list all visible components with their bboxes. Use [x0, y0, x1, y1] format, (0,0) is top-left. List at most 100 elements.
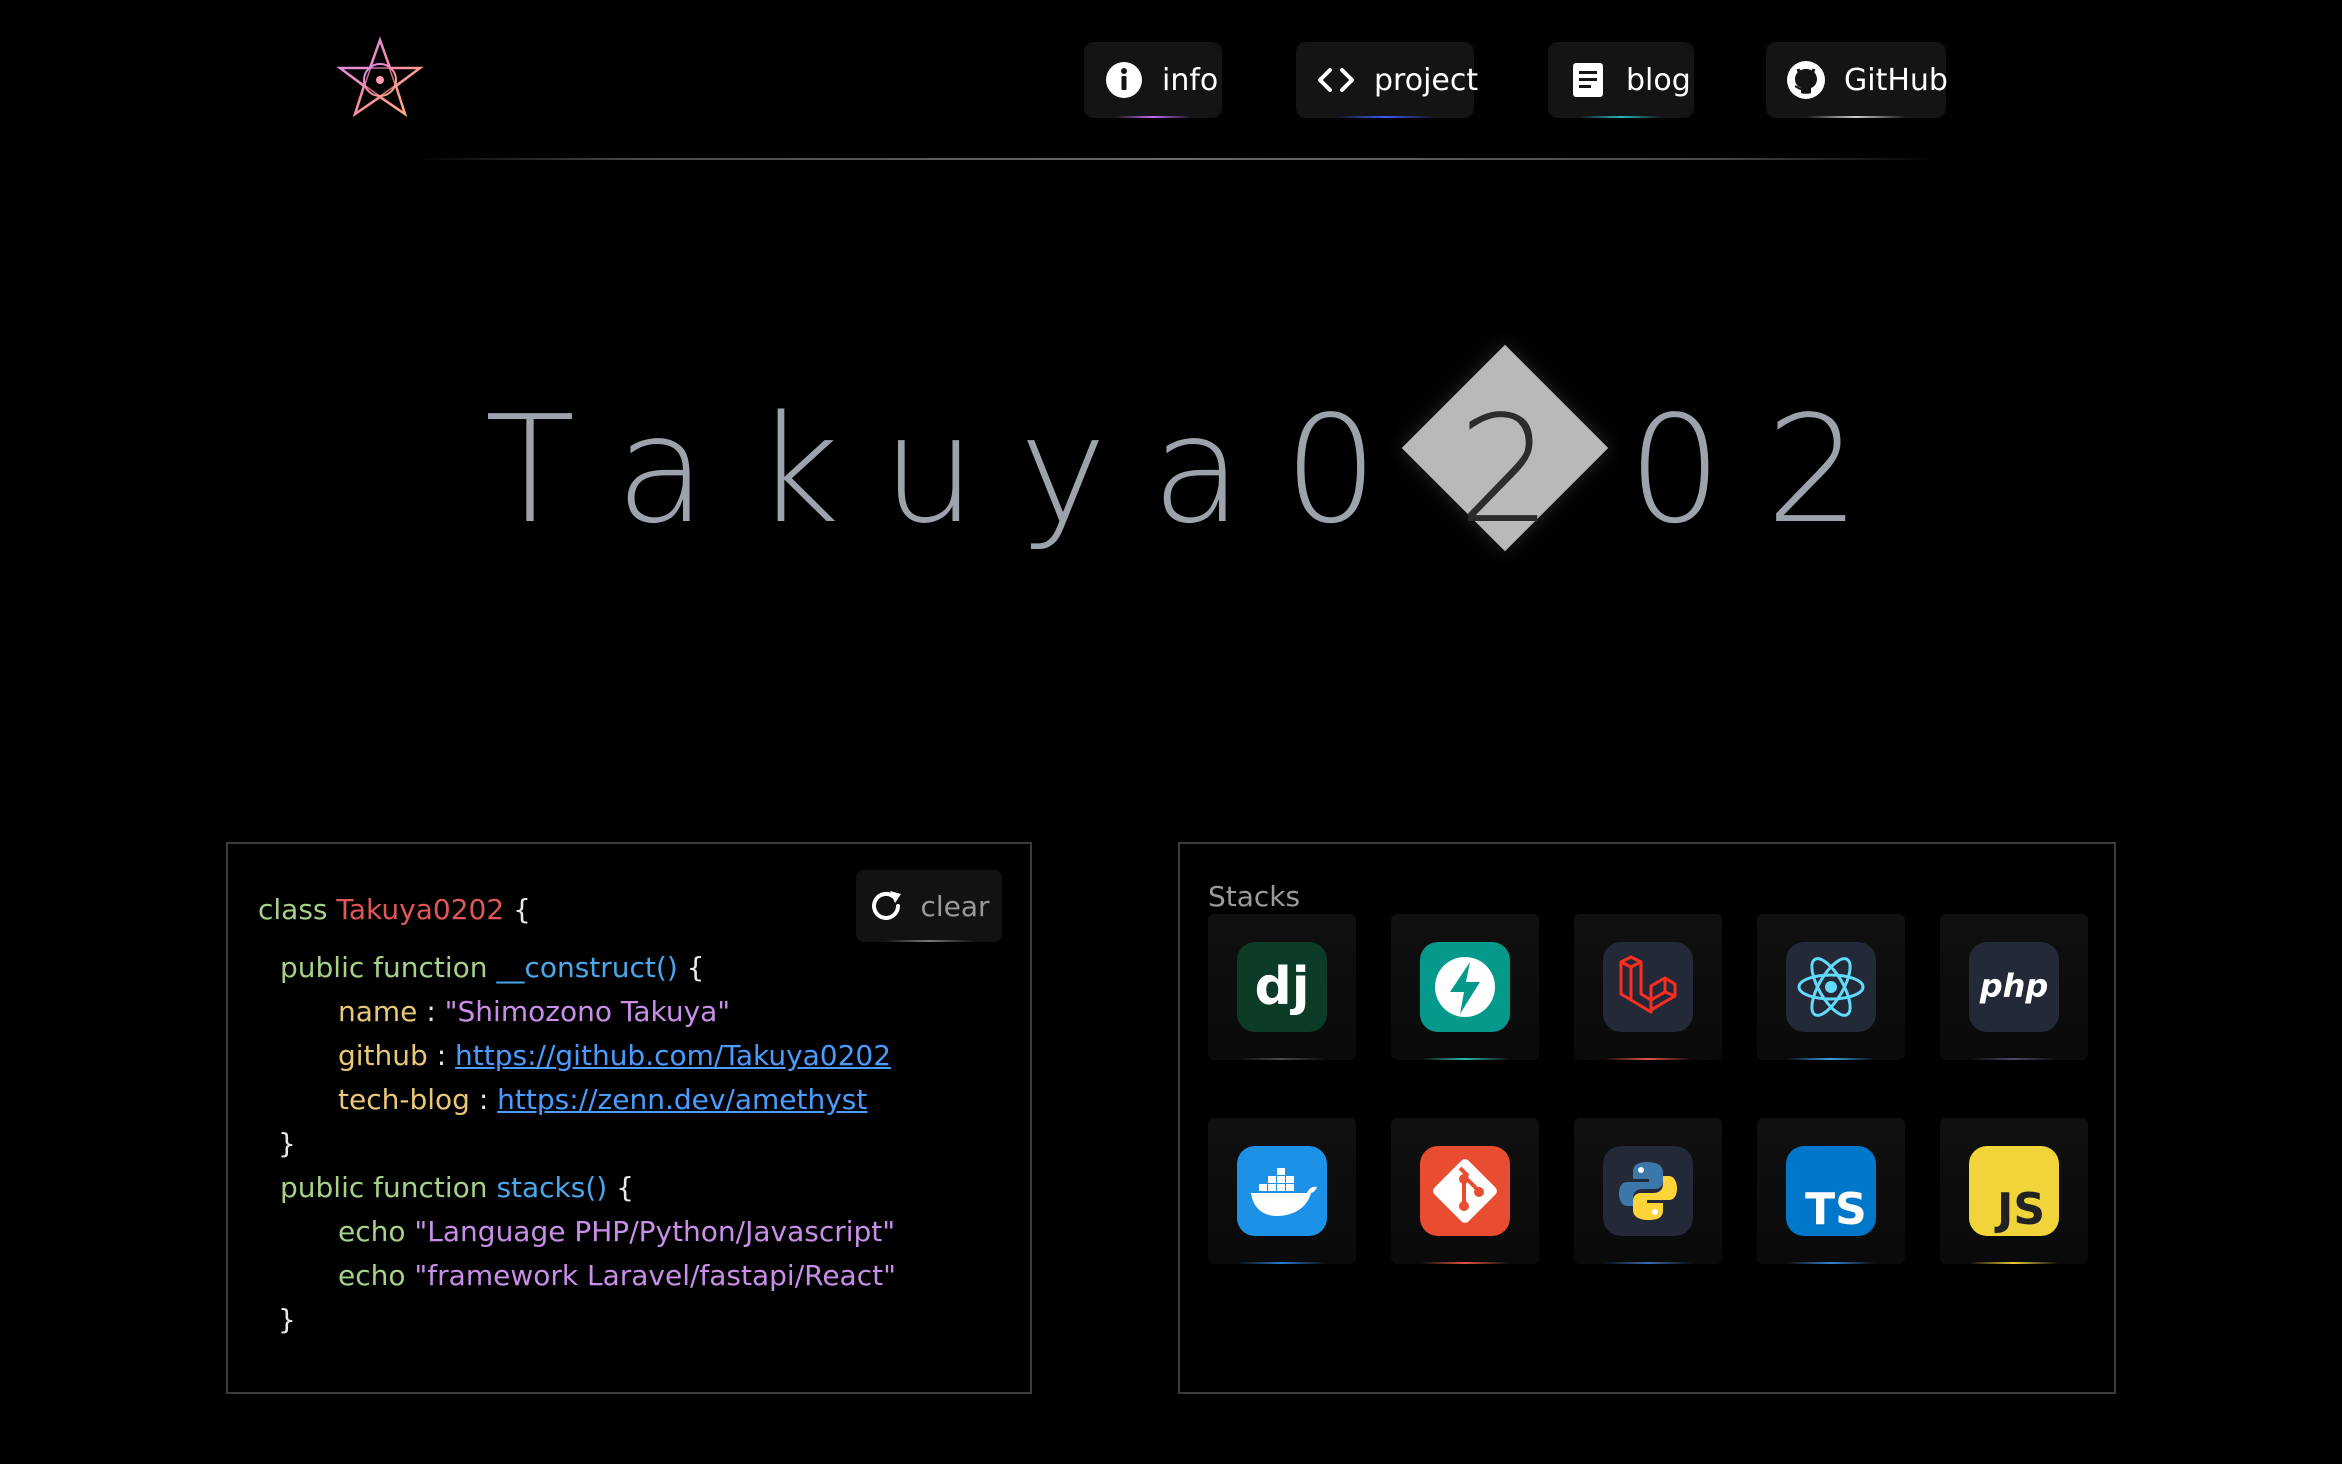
hero-char: u — [882, 384, 976, 556]
refresh-icon — [868, 888, 904, 924]
hero-char: y — [1019, 384, 1107, 556]
stack-laravel[interactable] — [1574, 914, 1722, 1060]
function-keyword: public function — [280, 951, 488, 984]
nav-project-label: project — [1374, 62, 1479, 98]
echo-string: "Language PHP/Python/Javascript" — [414, 1215, 896, 1248]
stack-react[interactable] — [1757, 914, 1905, 1060]
git-icon — [1420, 1146, 1510, 1236]
clear-button[interactable]: clear — [856, 870, 1002, 942]
stack-typescript[interactable]: TS — [1757, 1118, 1905, 1264]
stack-python[interactable] — [1574, 1118, 1722, 1264]
stack-django[interactable]: dj — [1208, 914, 1356, 1060]
stack-tile-accent — [1237, 1058, 1327, 1060]
stack-fastapi[interactable] — [1391, 914, 1539, 1060]
javascript-icon-text: JS — [1994, 1184, 2045, 1235]
document-icon — [1568, 60, 1608, 100]
function-name: stacks() — [496, 1171, 608, 1204]
nav-blog-button[interactable]: blog — [1548, 42, 1694, 118]
info-icon — [1104, 60, 1144, 100]
property-key: tech-blog — [338, 1083, 470, 1116]
brace: } — [278, 1127, 296, 1160]
stack-git[interactable] — [1391, 1118, 1539, 1264]
hero-char: 0 — [1627, 384, 1723, 556]
echo-keyword: echo — [338, 1215, 406, 1248]
stack-php[interactable]: php — [1940, 914, 2088, 1060]
nav-info-label: info — [1162, 62, 1219, 98]
nav-info-button[interactable]: info — [1084, 42, 1222, 118]
header-divider — [410, 158, 1940, 160]
stack-tile-accent — [1786, 1262, 1876, 1264]
stack-tile-accent — [1969, 1058, 2059, 1060]
hero-char-highlighted: 2 — [1457, 384, 1553, 556]
stack-tile-accent — [1420, 1262, 1510, 1264]
code-panel: class Takuya0202 { clear public function… — [226, 842, 1032, 1394]
stacks-title: Stacks — [1208, 880, 1301, 913]
hero-char: 2 — [1765, 384, 1861, 556]
stacks-panel: Stacks dj php TS JS — [1178, 842, 2116, 1394]
stack-tile-accent — [1786, 1058, 1876, 1060]
property-key: name — [338, 995, 418, 1028]
colon: : — [436, 1039, 447, 1072]
colon: : — [478, 1083, 489, 1116]
docker-icon — [1237, 1146, 1327, 1236]
stack-tile-accent — [1603, 1058, 1693, 1060]
portfolio-page: info project blog GitHub T a k u y a 0 2… — [0, 0, 2342, 1464]
brace: } — [278, 1303, 296, 1336]
stack-tile-accent — [1237, 1262, 1327, 1264]
code-blog-line: tech-blog : https://zenn.dev/amethyst — [338, 1080, 867, 1120]
php-icon: php — [1969, 942, 2059, 1032]
stack-tile-accent — [1420, 1058, 1510, 1060]
javascript-icon: JS — [1969, 1146, 2059, 1236]
brace: { — [513, 893, 531, 926]
code-close-line: } — [278, 1124, 296, 1164]
code-github-line: github : https://github.com/Takuya0202 — [338, 1036, 891, 1076]
code-echo-line: echo "Language PHP/Python/Javascript" — [338, 1212, 895, 1252]
echo-string: "framework Laravel/fastapi/React" — [414, 1259, 896, 1292]
stack-docker[interactable] — [1208, 1118, 1356, 1264]
code-class-line: class Takuya0202 { — [258, 890, 531, 930]
nav-github-button[interactable]: GitHub — [1766, 42, 1948, 118]
property-value: "Shimozono Takuya" — [444, 995, 731, 1028]
hero-char: 0 — [1283, 384, 1379, 556]
fastapi-icon — [1420, 942, 1510, 1032]
function-name: __construct() — [496, 951, 678, 984]
code-construct-line: public function __construct() { — [280, 948, 705, 988]
php-icon-text: php — [1979, 967, 2049, 1005]
colon: : — [426, 995, 436, 1028]
nav-blog-label: blog — [1626, 62, 1691, 98]
hero-char: k — [754, 384, 840, 556]
code-echo-line: echo "framework Laravel/fastapi/React" — [338, 1256, 896, 1296]
code-name-line: name : "Shimozono Takuya" — [338, 992, 730, 1032]
hero-char: a — [615, 384, 707, 556]
class-name: Takuya0202 — [336, 893, 505, 926]
code-icon — [1316, 60, 1356, 100]
stack-tile-accent — [1603, 1262, 1693, 1264]
brace: { — [686, 951, 705, 984]
tech-blog-link[interactable]: https://zenn.dev/amethyst — [497, 1083, 867, 1116]
hero-char: T — [484, 384, 576, 556]
property-key: github — [338, 1039, 428, 1072]
nav-project-button[interactable]: project — [1296, 42, 1478, 118]
github-icon — [1786, 60, 1826, 100]
hero-title: T a k u y a 0 2 0 2 — [0, 344, 2342, 580]
function-keyword: public function — [280, 1171, 488, 1204]
hero-char: a — [1151, 384, 1243, 556]
star-logo-icon[interactable] — [336, 36, 424, 118]
brace: { — [616, 1171, 634, 1204]
github-link[interactable]: https://github.com/Takuya0202 — [455, 1039, 891, 1072]
code-close-line: } — [278, 1300, 296, 1340]
django-icon-text: dj — [1254, 957, 1309, 1017]
react-icon — [1786, 942, 1876, 1032]
stack-tile-accent — [1969, 1262, 2059, 1264]
code-stacks-line: public function stacks() { — [280, 1168, 634, 1208]
python-icon — [1603, 1146, 1693, 1236]
class-keyword: class — [258, 893, 328, 926]
laravel-icon — [1603, 942, 1693, 1032]
stack-javascript[interactable]: JS — [1940, 1118, 2088, 1264]
nav-github-label: GitHub — [1844, 62, 1948, 98]
typescript-icon: TS — [1786, 1146, 1876, 1236]
clear-label: clear — [920, 889, 990, 923]
typescript-icon-text: TS — [1805, 1184, 1867, 1235]
echo-keyword: echo — [338, 1259, 406, 1292]
django-icon: dj — [1237, 942, 1327, 1032]
